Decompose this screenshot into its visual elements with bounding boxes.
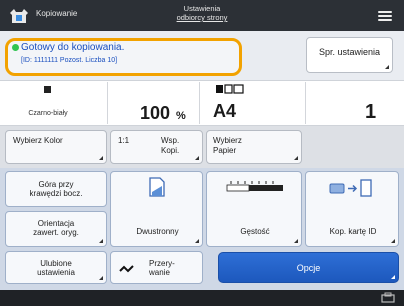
interrupt-line2: wanie bbox=[149, 268, 170, 277]
paper-size-value: A4 bbox=[213, 101, 237, 121]
corner-arrow-icon bbox=[195, 156, 199, 160]
select-color-label: Wybierz Kolor bbox=[13, 136, 63, 145]
bottom-bar bbox=[0, 290, 404, 306]
select-paper-label: Wybierz Papier bbox=[213, 136, 242, 156]
select-paper-line2: Papier bbox=[213, 146, 237, 155]
title-right-line2: odbiorcy strony bbox=[176, 13, 228, 22]
copy-ratio-line1: Wsp. bbox=[161, 136, 180, 145]
density-button[interactable]: Gęstość bbox=[206, 171, 302, 247]
hamburger-menu-icon[interactable] bbox=[374, 6, 396, 26]
density-scale-icon bbox=[226, 181, 283, 192]
options-label: Opcje bbox=[296, 263, 321, 273]
density-label: Gęstość bbox=[240, 227, 270, 236]
corner-arrow-icon bbox=[391, 275, 395, 279]
orientation-line1: Orientacja bbox=[37, 219, 75, 228]
corner-arrow-icon bbox=[294, 239, 298, 243]
select-paper-line1: Wybierz bbox=[213, 136, 242, 145]
duplex-page-icon bbox=[149, 177, 165, 197]
favorite-settings-button[interactable]: Ulubione ustawienia bbox=[5, 251, 107, 284]
copies-count[interactable]: 1 bbox=[365, 101, 376, 124]
favorites-line1: Ulubione bbox=[40, 259, 72, 268]
black-white-icon bbox=[44, 86, 51, 93]
status-sub-text: [ID: 1111111 Pozost. Liczba 10] bbox=[21, 57, 118, 64]
duplex-button[interactable]: Dwustronny bbox=[110, 171, 203, 247]
id-card-label: Kop. kartę ID bbox=[329, 227, 377, 236]
settings-summary-row bbox=[0, 80, 404, 126]
title-right-line1: Ustawienia bbox=[183, 4, 221, 13]
device-status-icon[interactable] bbox=[380, 292, 396, 304]
top-edge-line2: krawędzi bocz. bbox=[29, 189, 83, 198]
copy-app-icon bbox=[10, 9, 28, 23]
copy-ratio-value: 100 bbox=[140, 103, 171, 123]
copy-ratio-line2: Kopi. bbox=[161, 146, 180, 155]
ready-status-dot-icon bbox=[12, 44, 19, 51]
corner-arrow-icon bbox=[385, 65, 389, 69]
favorites-line2: ustawienia bbox=[37, 268, 75, 277]
interrupt-button[interactable]: Przery- wanie bbox=[110, 251, 203, 284]
status-sub-info: [ID: 1111111 Pozost. Liczba 10] bbox=[21, 57, 117, 64]
original-orientation-button[interactable]: Orientacja zawert. oryg. bbox=[5, 211, 107, 247]
copy-ratio-label: Wsp. Kopi. bbox=[161, 136, 179, 156]
select-color-button[interactable]: Wybierz Kolor bbox=[5, 130, 107, 164]
check-settings-label: Spr. ustawienia bbox=[318, 47, 381, 57]
corner-arrow-icon bbox=[195, 239, 199, 243]
ratio-button[interactable]: 1:1 Wsp. Kopi. bbox=[110, 130, 203, 164]
interrupt-label: Przery- wanie bbox=[149, 259, 175, 277]
select-paper-button[interactable]: Wybierz Papier bbox=[206, 130, 302, 164]
orientation-line2: zawert. oryg. bbox=[33, 228, 79, 237]
color-mode-value: Czarno-biały bbox=[28, 110, 68, 117]
paper-source-icon bbox=[216, 84, 244, 94]
corner-arrow-icon bbox=[391, 239, 395, 243]
corner-arrow-icon bbox=[99, 156, 103, 160]
ratio-1-1-label: 1:1 bbox=[118, 136, 130, 145]
app-title: Kopiowanie bbox=[36, 9, 78, 18]
divider bbox=[305, 82, 306, 124]
interrupt-line1: Przery- bbox=[149, 259, 175, 268]
id-card-icon bbox=[329, 179, 372, 197]
options-button[interactable]: Opcje bbox=[218, 252, 399, 283]
top-edge-line1: Góra przy bbox=[38, 180, 74, 189]
divider bbox=[107, 82, 108, 124]
check-settings-button[interactable]: Spr. ustawienia bbox=[306, 37, 393, 73]
top-edge-side-button[interactable]: Góra przy krawędzi bocz. bbox=[5, 171, 107, 207]
copy-ratio-unit: % bbox=[176, 110, 186, 122]
recipient-settings-link[interactable]: Ustawienia odbiorcy strony bbox=[152, 4, 252, 22]
divider bbox=[199, 82, 200, 124]
corner-arrow-icon bbox=[99, 276, 103, 280]
corner-arrow-icon bbox=[294, 156, 298, 160]
id-card-copy-button[interactable]: Kop. kartę ID bbox=[305, 171, 399, 247]
interrupt-icon bbox=[119, 265, 134, 273]
status-message: Gotowy do kopiowania. bbox=[21, 42, 125, 53]
duplex-label: Dwustronny bbox=[136, 227, 179, 236]
corner-arrow-icon bbox=[99, 239, 103, 243]
